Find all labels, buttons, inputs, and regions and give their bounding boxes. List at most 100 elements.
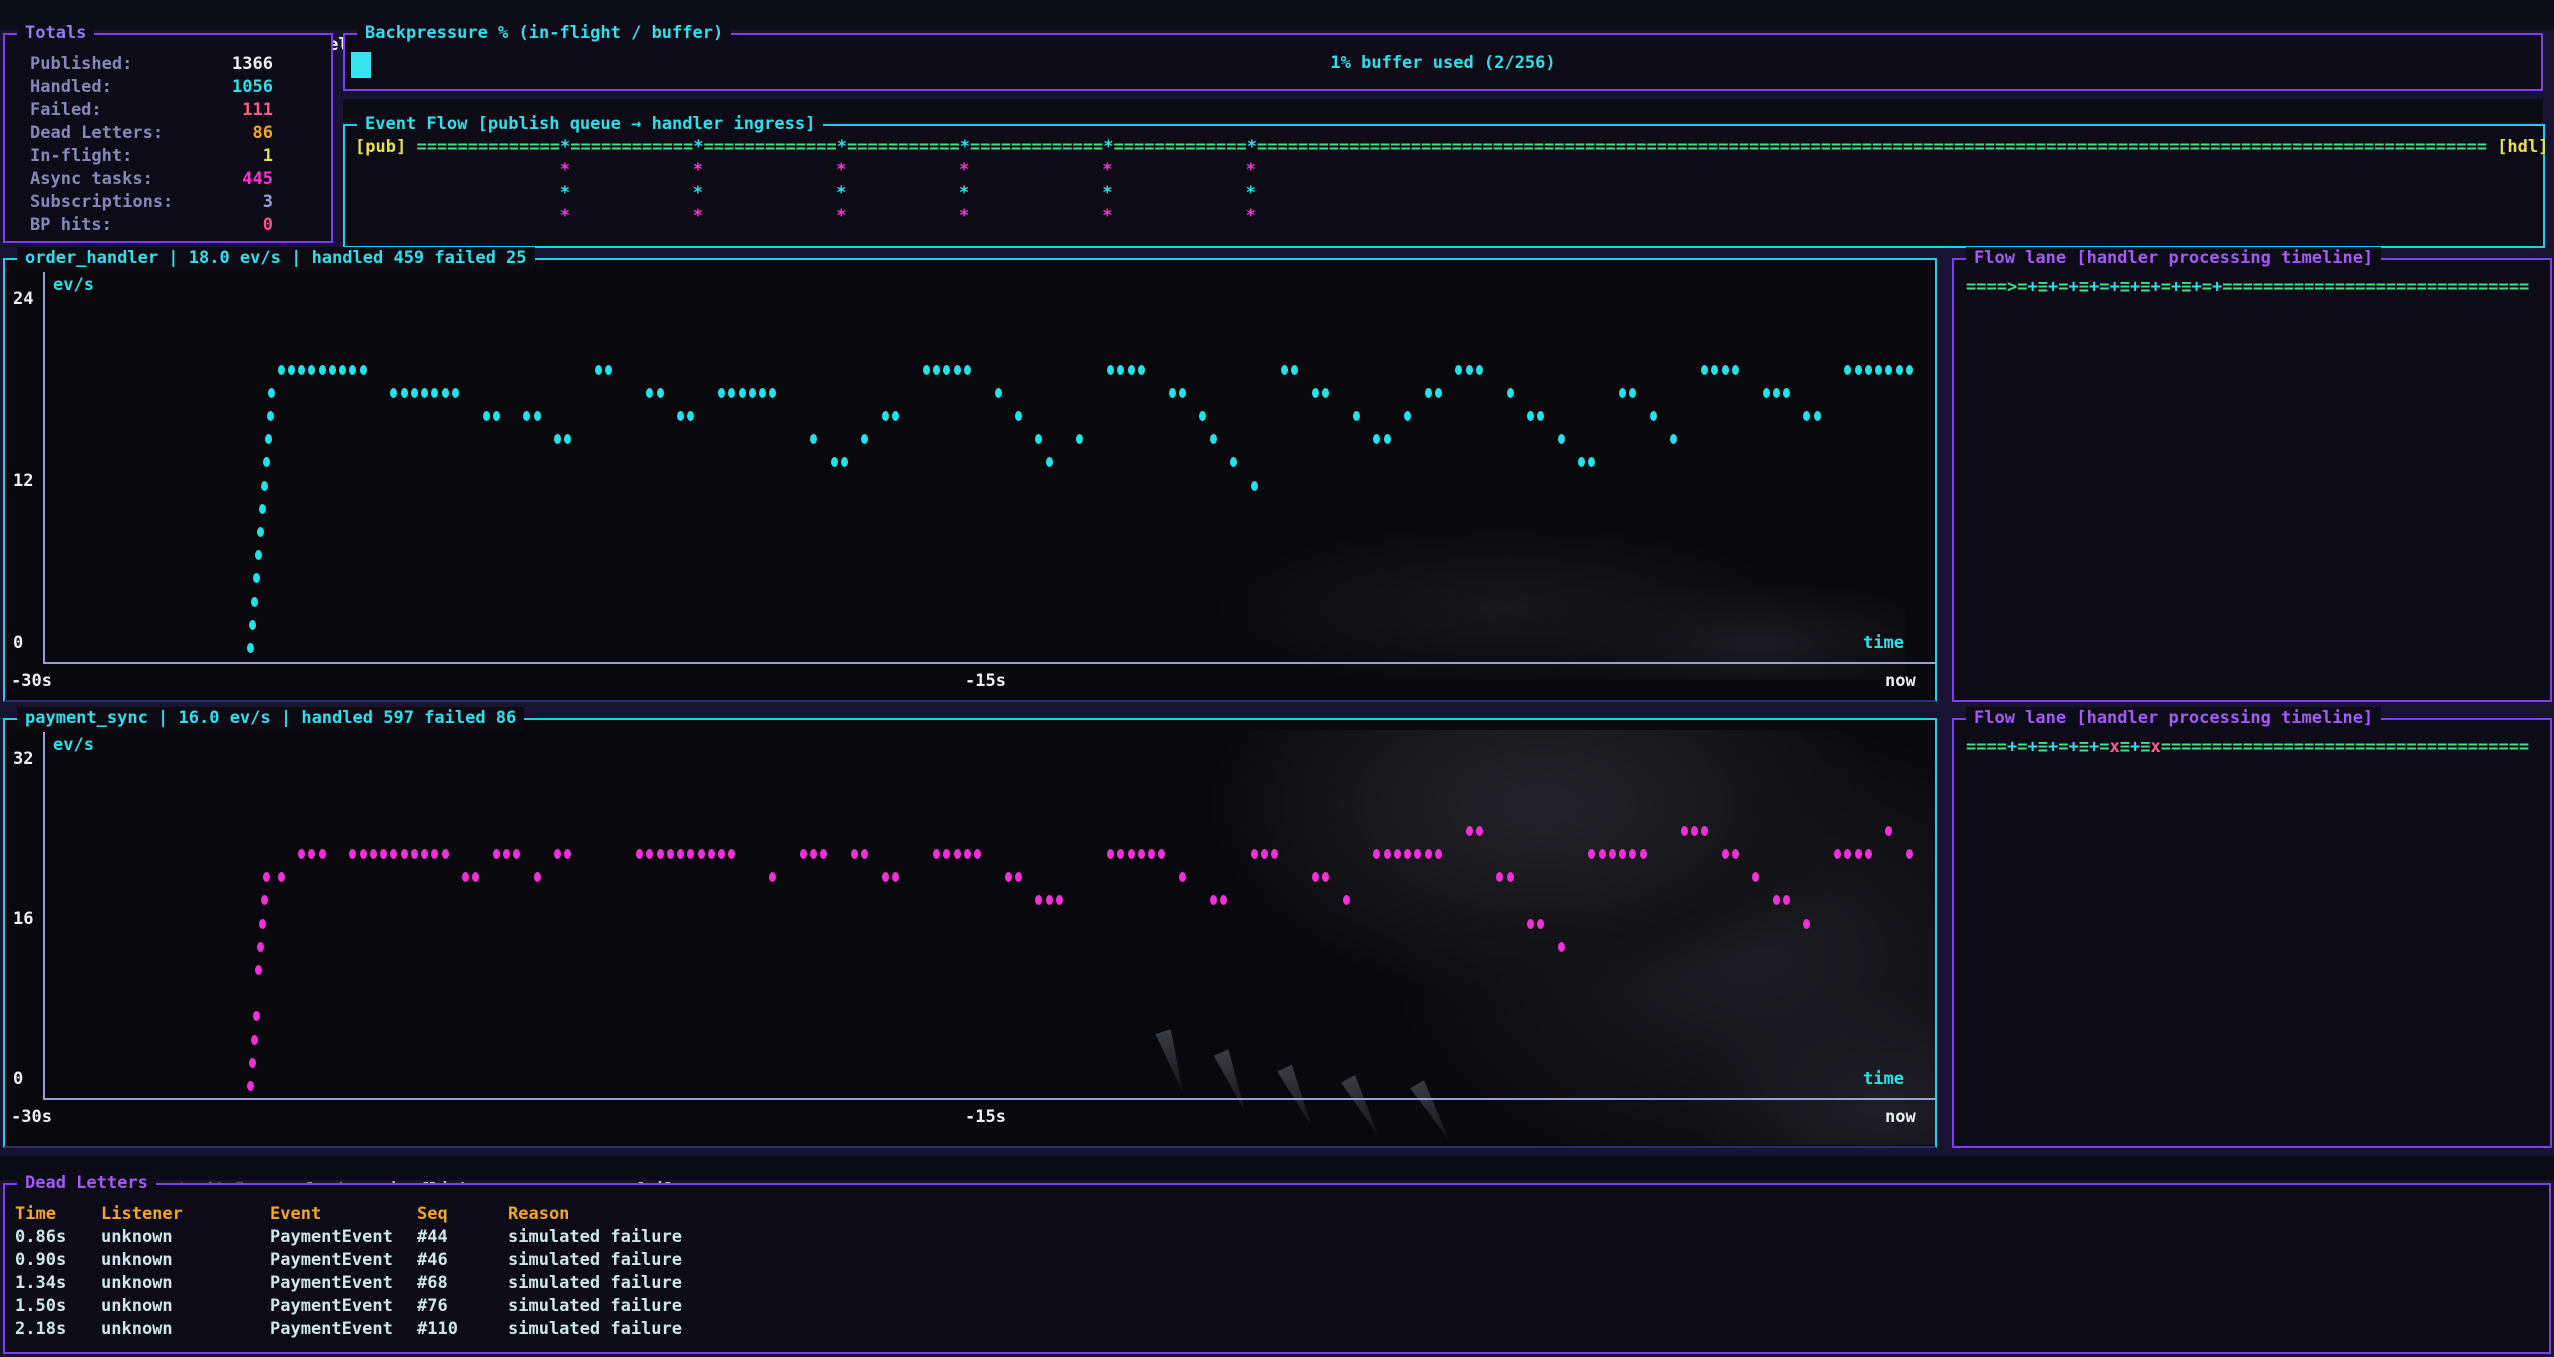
data-point <box>255 965 262 975</box>
data-point <box>923 365 930 375</box>
data-point <box>1414 849 1421 859</box>
totals-rows: Published:1366Handled:1056Failed:111Dead… <box>5 53 331 237</box>
x-tick: -30s <box>11 670 52 693</box>
data-point <box>1158 849 1165 859</box>
flow-lane-panel-payment: Flow lane [handler processing timeline] … <box>1952 718 2552 1148</box>
data-point <box>657 849 664 859</box>
data-point <box>1578 457 1585 467</box>
payment-sync-chart-panel: payment_sync | 16.0 ev/s | handled 597 f… <box>3 718 1937 1148</box>
data-point <box>247 643 254 653</box>
data-point <box>1722 849 1729 859</box>
data-point <box>1394 849 1401 859</box>
data-point <box>1691 826 1698 836</box>
data-point <box>1619 388 1626 398</box>
data-point <box>1773 895 1780 905</box>
data-point <box>261 481 268 491</box>
data-point <box>1251 481 1258 491</box>
data-point <box>1537 919 1544 929</box>
data-point <box>442 388 449 398</box>
data-point <box>255 550 262 560</box>
data-point <box>251 1035 258 1045</box>
x-tick: -15s <box>965 1106 1006 1129</box>
data-point <box>1138 849 1145 859</box>
data-point <box>1855 849 1862 859</box>
data-point <box>1107 365 1114 375</box>
data-point <box>1117 849 1124 859</box>
data-point <box>421 388 428 398</box>
data-point <box>739 388 746 398</box>
dead-letter-cell: simulated failure <box>508 1295 682 1318</box>
dead-letter-cell: 0.86s <box>15 1226 66 1249</box>
data-point <box>698 849 705 859</box>
data-point <box>1701 826 1708 836</box>
data-point <box>954 849 961 859</box>
order-handler-chart-panel: order_handler | 18.0 ev/s | handled 459 … <box>3 258 1937 702</box>
dead-letter-cell: PaymentEvent <box>270 1249 393 1272</box>
dead-letter-row: 1.34sunknownPaymentEvent#68simulated fai… <box>5 1272 2549 1295</box>
backpressure-panel: Backpressure % (in-flight / buffer) 1% b… <box>343 33 2543 91</box>
data-point <box>1670 434 1677 444</box>
data-point <box>708 849 715 859</box>
data-point <box>1046 895 1053 905</box>
event-flow-title: Event Flow [publish queue → handler ingr… <box>357 113 823 136</box>
data-point <box>268 388 275 398</box>
data-point <box>360 849 367 859</box>
data-point <box>1035 434 1042 444</box>
data-point <box>769 872 776 882</box>
dead-letters-header: Time Listener Event Seq Reason <box>5 1203 2549 1226</box>
totals-panel: Totals Published:1366Handled:1056Failed:… <box>3 33 333 243</box>
data-point <box>263 872 270 882</box>
data-point <box>1629 388 1636 398</box>
data-point <box>1384 849 1391 859</box>
event-flow-panel: Event Flow [publish queue → handler ingr… <box>343 124 2545 248</box>
data-point <box>636 849 643 859</box>
data-point <box>1076 434 1083 444</box>
event-flow-star-row: * * * * * * <box>355 159 1256 182</box>
data-point <box>411 849 418 859</box>
data-point <box>1865 849 1872 859</box>
data-point <box>1179 388 1186 398</box>
data-point <box>1466 826 1473 836</box>
data-point <box>493 849 500 859</box>
data-point <box>1814 411 1821 421</box>
data-point <box>1455 365 1462 375</box>
data-point <box>1005 872 1012 882</box>
data-point <box>943 849 950 859</box>
y-tick: 0 <box>13 1068 39 1091</box>
data-point <box>595 365 602 375</box>
x-tick: -30s <box>11 1106 52 1129</box>
data-point <box>431 849 438 859</box>
data-point <box>1834 849 1841 859</box>
column-header: Listener <box>101 1203 183 1226</box>
dead-letter-cell: unknown <box>101 1295 173 1318</box>
data-point <box>442 849 449 859</box>
data-point <box>298 365 305 375</box>
data-point <box>1251 849 1258 859</box>
data-point <box>810 434 817 444</box>
totals-row: Handled:1056 <box>5 76 331 99</box>
data-point <box>339 365 346 375</box>
data-point <box>1312 388 1319 398</box>
dead-letters-panel: Dead Letters Time Listener Event Seq Rea… <box>3 1183 2551 1354</box>
data-point <box>1476 826 1483 836</box>
dead-letter-cell: unknown <box>101 1318 173 1341</box>
data-point <box>1537 411 1544 421</box>
data-point <box>401 388 408 398</box>
y-tick: 24 <box>13 288 39 311</box>
data-point <box>1629 849 1636 859</box>
dead-letter-row: 2.18sunknownPaymentEvent#110simulated fa… <box>5 1318 2549 1341</box>
dead-letter-cell: 1.50s <box>15 1295 66 1318</box>
data-point <box>1046 457 1053 467</box>
data-point <box>646 388 653 398</box>
x-tick: now <box>1885 670 1916 693</box>
dead-letter-row: 0.86sunknownPaymentEvent#44simulated fai… <box>5 1226 2549 1249</box>
data-point <box>831 457 838 467</box>
data-point <box>1906 365 1913 375</box>
data-point <box>370 849 377 859</box>
data-point <box>861 434 868 444</box>
data-point <box>1865 365 1872 375</box>
totals-title: Totals <box>17 22 94 45</box>
totals-row: Dead Letters:86 <box>5 122 331 145</box>
dead-letter-cell: PaymentEvent <box>270 1295 393 1318</box>
data-point <box>1507 872 1514 882</box>
